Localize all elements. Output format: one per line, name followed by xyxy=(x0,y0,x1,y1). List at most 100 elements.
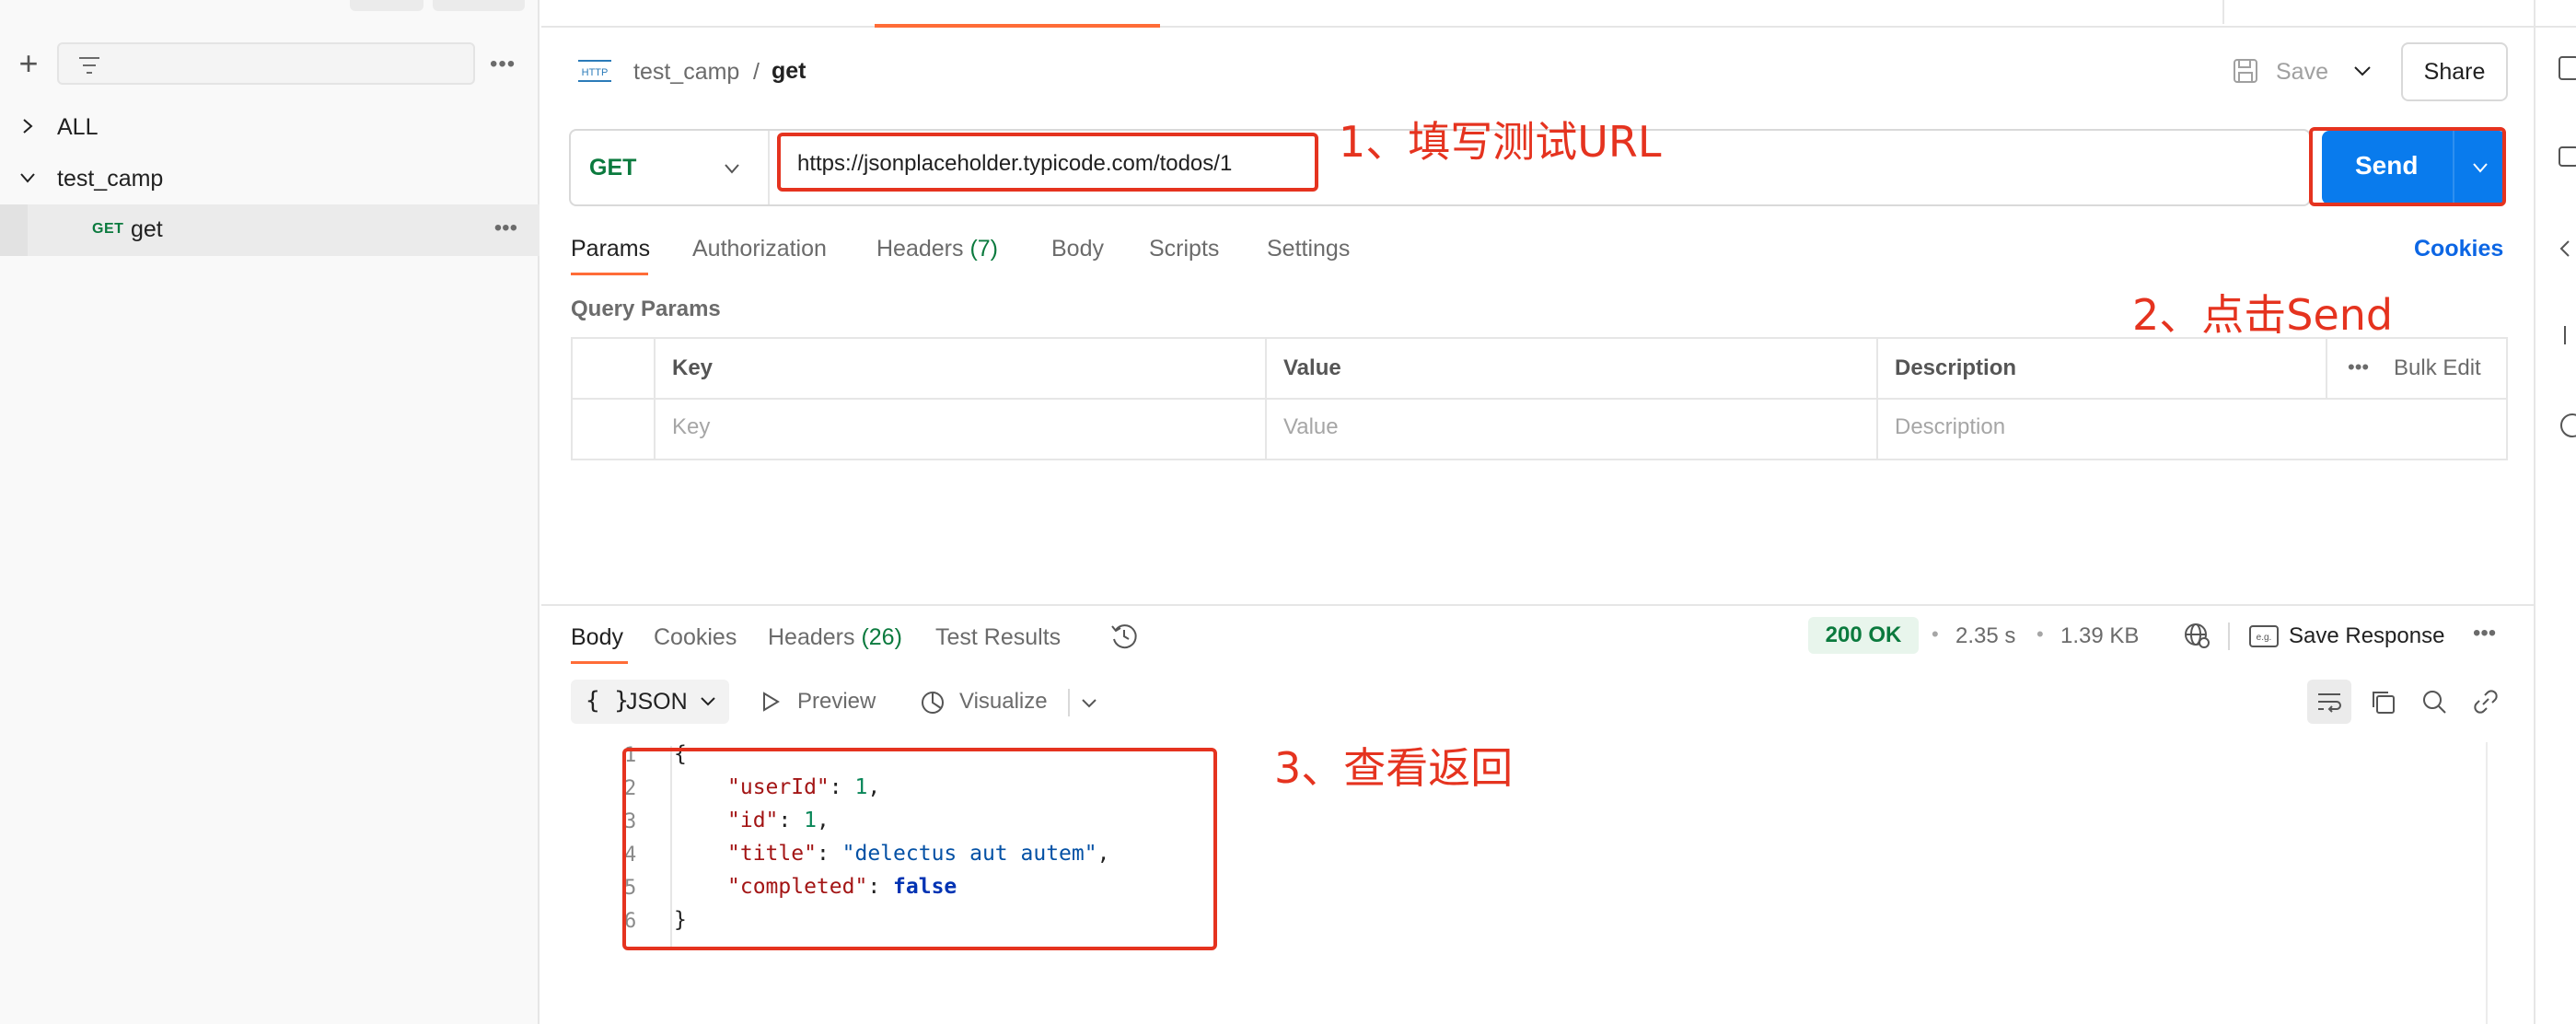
divider xyxy=(541,26,2576,28)
docs-icon[interactable] xyxy=(2556,53,2576,83)
response-size[interactable]: 1.39 KB xyxy=(2060,623,2139,649)
sidebar-item-test-camp[interactable]: test_camp xyxy=(0,153,540,204)
sidebar-item-label: get xyxy=(131,216,163,242)
svg-text:HTTP: HTTP xyxy=(582,67,609,78)
tab-body[interactable]: Body xyxy=(1051,236,1104,262)
save-response-button[interactable]: Save Response xyxy=(2289,623,2444,649)
tab-test-results[interactable]: Test Results xyxy=(935,624,1061,651)
key-input[interactable]: Key xyxy=(672,414,710,440)
separator-dot: • xyxy=(2036,623,2044,646)
method-select[interactable]: GET xyxy=(589,155,636,181)
value-input[interactable]: Value xyxy=(1283,414,1339,440)
params-table: Key Value Description ••• Bulk Edit Key … xyxy=(571,337,2508,460)
chevron-down-icon[interactable] xyxy=(2351,57,2373,85)
sidebar: + ••• ALL test_camp GET get ••• xyxy=(0,0,540,1024)
section-title: Query Params xyxy=(571,297,721,321)
preview-label: Preview xyxy=(797,689,876,714)
comments-icon[interactable] xyxy=(2556,142,2576,171)
chevron-down-icon[interactable] xyxy=(18,166,37,190)
separator-dot: • xyxy=(1932,623,1939,646)
tab-headers[interactable]: Headers (7) xyxy=(876,236,998,262)
divider xyxy=(768,131,770,204)
tab-count: (26) xyxy=(861,624,902,650)
copy-icon[interactable] xyxy=(2368,687,2397,716)
column-header-key: Key xyxy=(672,355,714,380)
indent-guide xyxy=(0,204,28,256)
chevron-down-icon[interactable] xyxy=(722,157,742,180)
tab-response-headers[interactable]: Headers (26) xyxy=(768,624,902,651)
response-time[interactable]: 2.35 s xyxy=(1955,623,2015,649)
code-icon[interactable] xyxy=(2556,234,2576,263)
column-divider xyxy=(2326,339,2327,398)
wrap-lines-button[interactable] xyxy=(2307,680,2351,724)
annotation-step-3: 3、查看返回 xyxy=(1274,743,1514,793)
scrollbar[interactable] xyxy=(2486,742,2488,1024)
chevron-down-icon[interactable] xyxy=(1079,692,1099,715)
annotation-box-send xyxy=(2309,127,2506,206)
more-icon[interactable]: ••• xyxy=(2473,621,2496,646)
format-select[interactable]: { } JSON xyxy=(571,680,729,724)
breadcrumb-separator: / xyxy=(753,59,760,85)
divider xyxy=(541,604,2534,606)
tab-scripts[interactable]: Scripts xyxy=(1149,236,1219,262)
tab-count: (7) xyxy=(969,236,999,262)
method-badge: GET xyxy=(92,221,124,237)
sidebar-top-tab[interactable] xyxy=(350,0,424,11)
history-icon[interactable] xyxy=(1108,621,1140,652)
visualize-label: Visualize xyxy=(959,689,1048,714)
visualize-icon xyxy=(922,692,944,714)
tab-label: Headers xyxy=(768,624,855,650)
divider xyxy=(1068,689,1070,716)
description-input[interactable]: Description xyxy=(1895,414,2005,440)
svg-text:e.g.: e.g. xyxy=(2257,633,2272,643)
sidebar-top-tab[interactable] xyxy=(433,0,525,11)
tab-label: Headers xyxy=(876,236,964,262)
divider xyxy=(2534,0,2535,1024)
share-button[interactable]: Share xyxy=(2401,42,2508,101)
tab-response-cookies[interactable]: Cookies xyxy=(654,624,737,651)
sidebar-item-all[interactable]: ALL xyxy=(0,101,540,153)
column-header-value: Value xyxy=(1283,355,1341,380)
tab-response-body[interactable]: Body xyxy=(571,624,623,651)
braces-icon: { } xyxy=(586,687,629,715)
link-icon[interactable] xyxy=(2471,687,2501,716)
sidebar-item-label: test_camp xyxy=(57,166,164,192)
chevron-down-icon xyxy=(701,697,715,706)
breadcrumb-current[interactable]: get xyxy=(772,58,806,85)
search-icon[interactable] xyxy=(2419,687,2449,716)
tab-settings[interactable]: Settings xyxy=(1267,236,1350,262)
globe-icon[interactable] xyxy=(2182,621,2211,650)
breadcrumb-parent[interactable]: test_camp xyxy=(633,59,739,86)
format-label: JSON xyxy=(626,689,688,715)
filter-icon xyxy=(79,57,99,74)
more-icon[interactable]: ••• xyxy=(2348,355,2369,379)
annotation-box-url xyxy=(777,133,1318,192)
play-icon xyxy=(763,692,780,712)
active-tab-indicator xyxy=(571,273,648,275)
wrap-icon xyxy=(2318,693,2341,713)
related-icon[interactable] xyxy=(2556,320,2576,350)
more-icon[interactable]: ••• xyxy=(490,52,516,77)
filter-input[interactable] xyxy=(57,42,475,85)
sidebar-item-label: ALL xyxy=(57,114,99,140)
tab-authorization[interactable]: Authorization xyxy=(692,236,827,262)
annotation-step-1: 1、填写测试URL xyxy=(1339,117,1662,167)
status-badge[interactable]: 200 OK xyxy=(1808,617,1919,654)
add-icon[interactable]: + xyxy=(15,47,42,80)
bulk-edit-button[interactable]: Bulk Edit xyxy=(2394,355,2481,381)
tab-params[interactable]: Params xyxy=(571,236,650,262)
row-divider xyxy=(573,398,2506,400)
http-icon: HTTP xyxy=(578,60,611,82)
more-icon[interactable]: ••• xyxy=(494,215,517,241)
example-icon: e.g. xyxy=(2249,625,2279,647)
save-icon xyxy=(2234,59,2257,83)
info-icon[interactable] xyxy=(2556,411,2576,440)
save-label: Save xyxy=(2276,59,2328,85)
annotation-step-2: 2、点击Send xyxy=(2132,290,2394,340)
chevron-right-icon[interactable] xyxy=(18,114,37,138)
annotation-box-response xyxy=(622,748,1217,950)
cookies-link[interactable]: Cookies xyxy=(2414,236,2503,262)
sidebar-item-get[interactable]: GET get ••• xyxy=(0,204,540,256)
divider xyxy=(2228,623,2230,650)
divider xyxy=(2222,0,2224,24)
